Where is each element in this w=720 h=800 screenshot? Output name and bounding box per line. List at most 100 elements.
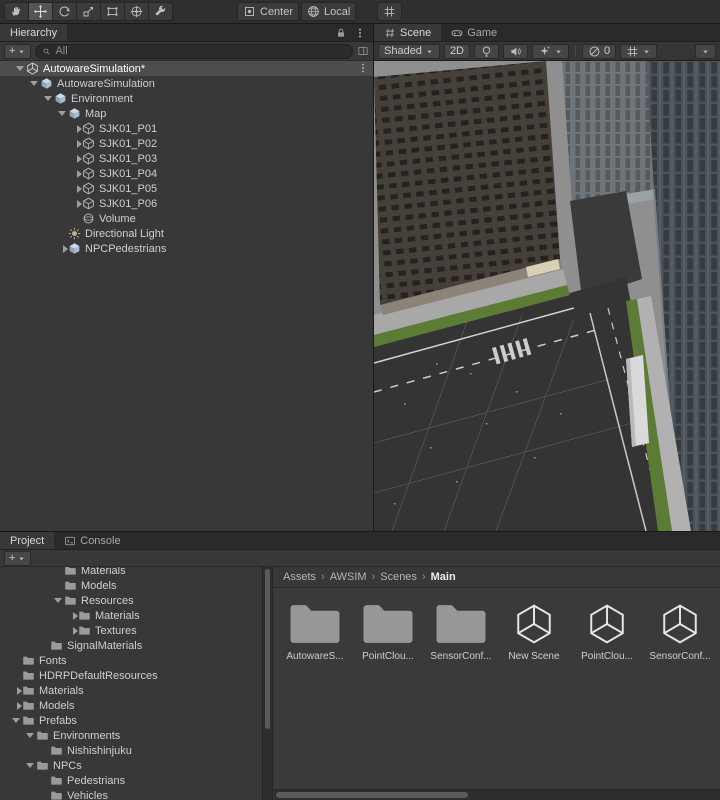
caret-down-icon bbox=[17, 47, 26, 56]
project-folder-materials[interactable]: Materials bbox=[0, 567, 262, 578]
project-folder-npcs[interactable]: NPCs bbox=[0, 758, 262, 773]
expand-arrow[interactable] bbox=[56, 111, 68, 116]
expand-arrow[interactable] bbox=[28, 81, 40, 86]
expand-arrow[interactable] bbox=[66, 611, 78, 620]
grid-visibility-dropdown[interactable] bbox=[620, 43, 658, 59]
orientation-button[interactable]: Local bbox=[301, 2, 357, 21]
create-object-button[interactable]: + bbox=[4, 43, 32, 59]
tab-hierarchy[interactable]: Hierarchy bbox=[0, 24, 68, 41]
expand-arrow[interactable] bbox=[42, 96, 54, 101]
project-folder-nishishinjuku[interactable]: Nishishinjuku bbox=[0, 743, 262, 758]
scrollbar-thumb[interactable] bbox=[265, 569, 270, 729]
expand-arrow[interactable] bbox=[14, 66, 26, 71]
scale-tool-button[interactable] bbox=[76, 2, 101, 21]
hierarchy-item-sjk01-p02[interactable]: SJK01_P02 bbox=[0, 136, 373, 151]
transform-tool-button[interactable] bbox=[124, 2, 149, 21]
breadcrumb-assets[interactable]: Assets bbox=[283, 571, 316, 583]
expand-arrow[interactable] bbox=[70, 154, 82, 163]
project-folder-textures[interactable]: Textures bbox=[0, 623, 262, 638]
grid-snap-button[interactable] bbox=[377, 2, 402, 21]
scene-lighting-button[interactable] bbox=[474, 43, 499, 59]
draw-mode-dropdown[interactable]: Shaded bbox=[378, 43, 440, 59]
hierarchy-item-volume[interactable]: Volume bbox=[0, 211, 373, 226]
scene-viewport[interactable] bbox=[374, 61, 720, 531]
hand-tool-button[interactable] bbox=[4, 2, 29, 21]
2d-toggle-button[interactable]: 2D bbox=[443, 43, 470, 59]
project-folder-models[interactable]: Models bbox=[0, 698, 262, 713]
asset-autowares[interactable]: AutowareS... bbox=[286, 601, 344, 662]
project-folder-resources[interactable]: Resources bbox=[0, 593, 262, 608]
folder-label: Models bbox=[81, 579, 117, 592]
hierarchy-item-directional-light[interactable]: Directional Light bbox=[0, 226, 373, 241]
hierarchy-item-sjk01-p06[interactable]: SJK01_P06 bbox=[0, 196, 373, 211]
expand-arrow[interactable] bbox=[24, 733, 36, 738]
search-scope-label: All bbox=[55, 45, 68, 57]
asset-sensorconf[interactable]: SensorConf... bbox=[430, 601, 492, 662]
project-folder-environments[interactable]: Environments bbox=[0, 728, 262, 743]
breadcrumb-awsim[interactable]: AWSIM bbox=[330, 571, 367, 583]
project-folder-fonts[interactable]: Fonts bbox=[0, 653, 262, 668]
scene-visibility-button[interactable]: 0 bbox=[582, 43, 617, 59]
breadcrumb-scenes[interactable]: Scenes bbox=[380, 571, 417, 583]
expand-arrow[interactable] bbox=[10, 701, 22, 710]
expand-arrow[interactable] bbox=[66, 626, 78, 635]
project-folder-signalmaterials[interactable]: SignalMaterials bbox=[0, 638, 262, 653]
hierarchy-item-sjk01-p03[interactable]: SJK01_P03 bbox=[0, 151, 373, 166]
move-tool-button[interactable] bbox=[28, 2, 53, 21]
hierarchy-item-sjk01-p04[interactable]: SJK01_P04 bbox=[0, 166, 373, 181]
expand-arrow[interactable] bbox=[70, 199, 82, 208]
scene-audio-button[interactable] bbox=[503, 43, 528, 59]
project-folder-materials[interactable]: Materials bbox=[0, 683, 262, 698]
project-folder-vehicles[interactable]: Vehicles bbox=[0, 788, 262, 800]
project-folder-pedestrians[interactable]: Pedestrians bbox=[0, 773, 262, 788]
hierarchy-item-autowaresimulation[interactable]: AutowareSimulation* bbox=[0, 61, 373, 76]
expand-arrow[interactable] bbox=[52, 598, 64, 603]
speaker-icon bbox=[509, 45, 522, 58]
hierarchy-item-sjk01-p01[interactable]: SJK01_P01 bbox=[0, 121, 373, 136]
asset-pointclou[interactable]: PointClou... bbox=[578, 601, 636, 662]
hierarchy-item-autowaresimulation[interactable]: AutowareSimulation bbox=[0, 76, 373, 91]
breadcrumb-main[interactable]: Main bbox=[431, 571, 456, 583]
custom-tools-button[interactable] bbox=[148, 2, 173, 21]
asset-label: New Scene bbox=[508, 651, 560, 662]
tab-scene[interactable]: Scene bbox=[374, 24, 442, 41]
tab-project[interactable]: Project bbox=[0, 532, 55, 549]
pivot-mode-button[interactable]: Center bbox=[237, 2, 300, 21]
expand-arrow[interactable] bbox=[70, 124, 82, 133]
asset-pointclou[interactable]: PointClou... bbox=[359, 601, 417, 662]
expand-arrow[interactable] bbox=[70, 184, 82, 193]
hierarchy-item-npcpedestrians[interactable]: NPCPedestrians bbox=[0, 241, 373, 256]
scrollbar-thumb[interactable] bbox=[276, 792, 468, 798]
tab-game[interactable]: Game bbox=[441, 24, 507, 41]
scene-effects-dropdown[interactable] bbox=[532, 43, 569, 59]
hierarchy-item-map[interactable]: Map bbox=[0, 106, 373, 121]
project-folder-materials[interactable]: Materials bbox=[0, 608, 262, 623]
hierarchy-item-environment[interactable]: Environment bbox=[0, 91, 373, 106]
move-icon bbox=[34, 5, 47, 18]
hierarchy-menu-icon[interactable] bbox=[354, 27, 366, 39]
gizmos-dropdown[interactable] bbox=[695, 43, 716, 59]
project-create-button[interactable]: + bbox=[4, 550, 32, 566]
expand-arrow[interactable] bbox=[10, 718, 22, 723]
expand-arrow[interactable] bbox=[10, 686, 22, 695]
item-menu-button[interactable] bbox=[357, 62, 369, 77]
search-window-icon[interactable] bbox=[357, 45, 369, 57]
rect-tool-button[interactable] bbox=[100, 2, 125, 21]
expand-arrow[interactable] bbox=[70, 139, 82, 148]
project-tree-scrollbar[interactable] bbox=[262, 567, 273, 800]
assets-horizontal-scrollbar[interactable] bbox=[274, 789, 720, 800]
expand-arrow[interactable] bbox=[70, 169, 82, 178]
expand-arrow[interactable] bbox=[24, 763, 36, 768]
project-folder-hdrpdefaultresources[interactable]: HDRPDefaultResources bbox=[0, 668, 262, 683]
tab-console[interactable]: Console bbox=[54, 532, 130, 549]
hierarchy-search-input[interactable]: All bbox=[35, 43, 353, 59]
asset-sensorconf[interactable]: SensorConf... bbox=[649, 601, 711, 662]
rotate-tool-button[interactable] bbox=[52, 2, 77, 21]
caret-down-icon bbox=[701, 47, 710, 56]
lock-icon[interactable] bbox=[335, 27, 347, 39]
asset-new-scene[interactable]: New Scene bbox=[505, 601, 563, 662]
hierarchy-item-sjk01-p05[interactable]: SJK01_P05 bbox=[0, 181, 373, 196]
project-folder-models[interactable]: Models bbox=[0, 578, 262, 593]
expand-arrow[interactable] bbox=[56, 244, 68, 253]
project-folder-prefabs[interactable]: Prefabs bbox=[0, 713, 262, 728]
